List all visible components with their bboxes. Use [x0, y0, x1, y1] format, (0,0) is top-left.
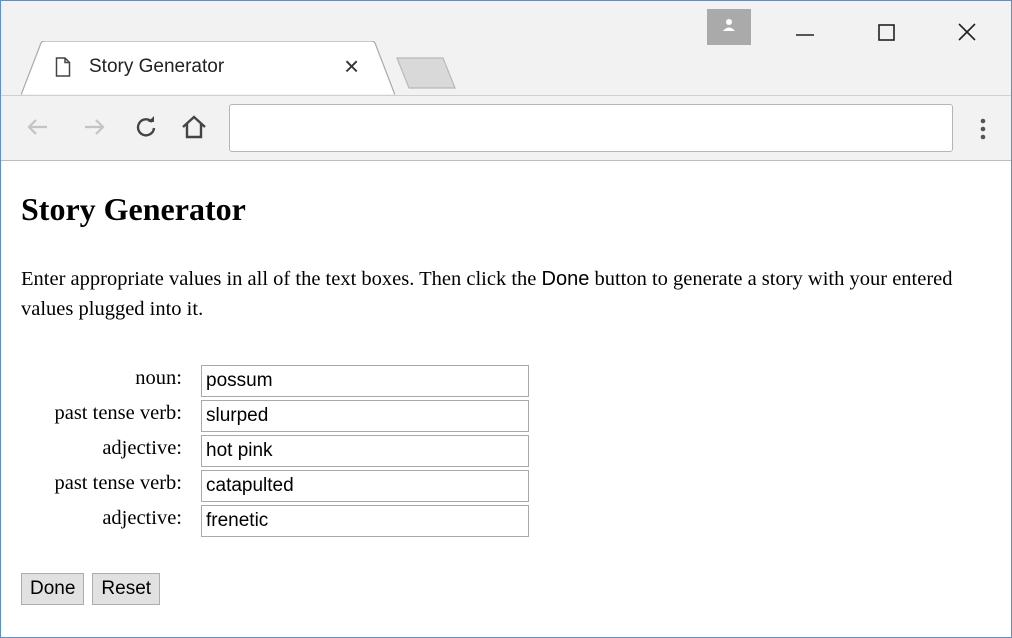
- instructions-done-word: Done: [541, 268, 590, 290]
- profile-button[interactable]: [707, 9, 751, 45]
- past-tense-verb-2-label: past tense verb:: [54, 472, 182, 494]
- adjective-2-label: adjective:: [102, 507, 182, 529]
- adjective-2-input[interactable]: [201, 505, 529, 537]
- done-button[interactable]: Done: [21, 573, 85, 605]
- browser-window: Story Generator × Story Generator Enter …: [0, 0, 1012, 638]
- home-icon[interactable]: [179, 112, 209, 142]
- noun-label: noun:: [135, 367, 182, 389]
- tab-close-icon[interactable]: ×: [344, 53, 359, 79]
- noun-input[interactable]: [201, 365, 529, 397]
- close-window-button[interactable]: [947, 17, 987, 47]
- page-icon: [55, 57, 71, 77]
- minimize-icon: [796, 34, 814, 36]
- close-icon: [958, 23, 976, 41]
- page-title: Story Generator: [21, 191, 246, 227]
- back-arrow-icon[interactable]: [23, 112, 53, 142]
- forward-arrow-icon[interactable]: [79, 112, 109, 142]
- adjective-1-input[interactable]: [201, 435, 529, 467]
- maximize-icon: [878, 24, 895, 41]
- profile-icon: [723, 19, 735, 31]
- past-tense-verb-1-input[interactable]: [201, 400, 529, 432]
- new-tab-button[interactable]: [395, 56, 457, 90]
- browser-toolbar: [1, 95, 1011, 161]
- address-bar[interactable]: [229, 104, 953, 152]
- past-tense-verb-1-label: past tense verb:: [54, 402, 182, 424]
- instructions-part-1: Enter appropriate values in all of the t…: [21, 268, 542, 290]
- page-content: Story Generator Enter appropriate values…: [21, 191, 1001, 605]
- form-buttons: Done Reset: [21, 573, 164, 605]
- reload-icon[interactable]: [131, 112, 161, 142]
- title-bar: Story Generator ×: [1, 1, 1011, 95]
- instructions-text: Enter appropriate values in all of the t…: [21, 264, 996, 324]
- past-tense-verb-2-input[interactable]: [201, 470, 529, 502]
- adjective-1-label: adjective:: [102, 437, 182, 459]
- tab-story-generator[interactable]: Story Generator ×: [21, 41, 395, 95]
- menu-dots-icon[interactable]: [975, 114, 991, 144]
- minimize-button[interactable]: [785, 17, 825, 47]
- tab-title: Story Generator: [89, 56, 225, 77]
- reset-button[interactable]: Reset: [92, 573, 161, 605]
- maximize-button[interactable]: [867, 17, 907, 47]
